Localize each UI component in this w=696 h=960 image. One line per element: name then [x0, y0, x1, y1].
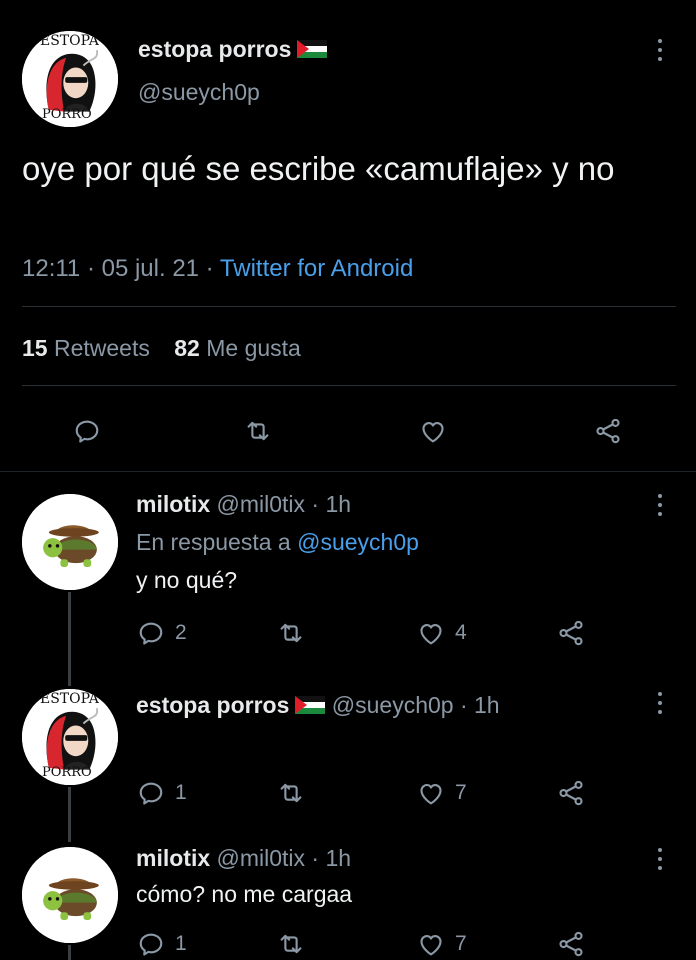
retweets-count[interactable]: 15 — [22, 335, 48, 361]
reply-count: 1 — [175, 932, 187, 955]
avatar[interactable]: ESTOPA PORRO — [22, 689, 118, 785]
author-handle[interactable]: @sueych0p — [138, 79, 260, 106]
author-name[interactable]: estopa porros — [138, 36, 327, 63]
retweet-button[interactable] — [276, 929, 315, 959]
reply-to-handle[interactable]: @sueych0p — [297, 529, 419, 555]
reply-count: 2 — [175, 621, 187, 644]
divider — [22, 385, 676, 386]
divider — [0, 471, 696, 472]
likes-label[interactable]: Me gusta — [206, 335, 301, 361]
reply-author-name[interactable]: milotix — [136, 491, 210, 517]
reply-icon — [136, 929, 166, 959]
avatar[interactable]: ESTOPA PORRO — [22, 31, 118, 127]
retweets-label[interactable]: Retweets — [54, 335, 150, 361]
reply-count: 1 — [175, 781, 187, 804]
share-icon — [556, 618, 586, 648]
thread-line — [68, 945, 71, 960]
share-button[interactable] — [556, 618, 586, 648]
avatar-text-bottom: PORRO — [42, 107, 92, 122]
author-name-text: estopa porros — [138, 36, 292, 62]
reply-to-prefix: En respuesta a — [136, 529, 291, 555]
thread-line — [68, 592, 71, 686]
like-button[interactable]: 4 — [416, 618, 467, 648]
avatar[interactable] — [22, 847, 118, 943]
retweet-icon — [276, 929, 306, 959]
tweet-stats: 15 Retweets 82 Me gusta — [22, 335, 301, 362]
avatar-text-bottom: PORRO — [42, 765, 92, 780]
more-icon[interactable] — [656, 692, 664, 719]
reply-icon — [72, 416, 102, 446]
like-count: 7 — [455, 781, 467, 804]
like-icon — [416, 778, 446, 808]
retweet-button[interactable] — [276, 618, 315, 648]
retweet-icon — [243, 416, 273, 446]
share-icon — [593, 416, 623, 446]
like-button[interactable]: 7 — [416, 778, 467, 808]
reply-button[interactable] — [72, 416, 102, 446]
palestine-flag-icon — [297, 40, 327, 58]
palestine-flag-icon — [295, 696, 325, 714]
reply-button[interactable]: 2 — [136, 618, 187, 648]
like-icon — [418, 416, 448, 446]
tweet-meta: 12:11 · 05 jul. 21 · Twitter for Android — [22, 255, 413, 283]
retweet-button[interactable] — [276, 778, 315, 808]
retweet-icon — [276, 778, 306, 808]
reply-to: En respuesta a @sueych0p — [136, 529, 419, 556]
avatar-text-top: ESTOPA — [40, 691, 99, 707]
avatar[interactable] — [22, 494, 118, 590]
tweet-time: 12:11 · 05 jul. 21 · — [22, 255, 214, 282]
like-button[interactable] — [418, 416, 448, 446]
reply-handle-time[interactable]: @mil0tix · 1h — [217, 845, 352, 871]
share-button[interactable] — [556, 929, 586, 959]
reply-button[interactable]: 1 — [136, 929, 187, 959]
tweet-text: oye por qué se escribe «camuflaje» y no — [22, 150, 615, 187]
avatar-image — [22, 494, 118, 590]
share-icon — [556, 929, 586, 959]
reply-header: milotix @mil0tix · 1h — [136, 491, 351, 518]
reply-text: y no qué? — [136, 567, 238, 593]
avatar-image — [22, 847, 118, 943]
retweet-button[interactable] — [243, 416, 273, 446]
reply-handle-time[interactable]: @sueych0p · 1h — [332, 692, 500, 718]
likes-count[interactable]: 82 — [174, 335, 200, 361]
reply-button[interactable]: 1 — [136, 778, 187, 808]
share-button[interactable] — [556, 778, 586, 808]
reply-icon — [136, 778, 166, 808]
reply-handle-time[interactable]: @mil0tix · 1h — [217, 491, 352, 517]
more-icon[interactable] — [656, 848, 664, 875]
retweet-icon — [276, 618, 306, 648]
divider — [22, 306, 676, 307]
like-count: 4 — [455, 621, 467, 644]
avatar-text-top: ESTOPA — [40, 33, 99, 49]
tweet-source-link[interactable]: Twitter for Android — [220, 255, 413, 282]
more-icon[interactable] — [656, 39, 664, 66]
reply-header: milotix @mil0tix · 1h — [136, 845, 351, 872]
reply-author-name[interactable]: milotix — [136, 845, 210, 871]
like-icon — [416, 929, 446, 959]
reply-text: cómo? no me cargaa — [136, 881, 353, 907]
like-count: 7 — [455, 932, 467, 955]
more-icon[interactable] — [656, 494, 664, 521]
share-button[interactable] — [593, 416, 623, 446]
reply-header: estopa porros @sueych0p · 1h — [136, 692, 500, 719]
thread-line — [68, 787, 71, 842]
reply-icon — [136, 618, 166, 648]
share-icon — [556, 778, 586, 808]
like-button[interactable]: 7 — [416, 929, 467, 959]
reply-author-name[interactable]: estopa porros — [136, 692, 289, 718]
like-icon — [416, 618, 446, 648]
